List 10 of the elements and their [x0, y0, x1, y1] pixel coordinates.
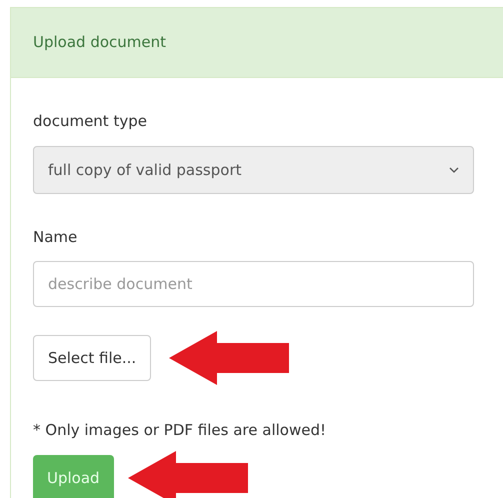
- chevron-down-icon: [449, 166, 459, 174]
- select-file-button[interactable]: Select file...: [33, 335, 152, 381]
- arrow-icon: [128, 451, 248, 498]
- field-label: Name: [33, 227, 78, 248]
- field-label: document type: [33, 111, 148, 132]
- arrow-icon: [169, 331, 290, 385]
- document-type-select[interactable]: full copy of valid passport: [33, 146, 474, 194]
- panel-title: Upload document: [33, 32, 166, 54]
- file-type-note: * Only images or PDF files are allowed!: [33, 420, 327, 441]
- name-input-field[interactable]: describe document: [33, 261, 474, 307]
